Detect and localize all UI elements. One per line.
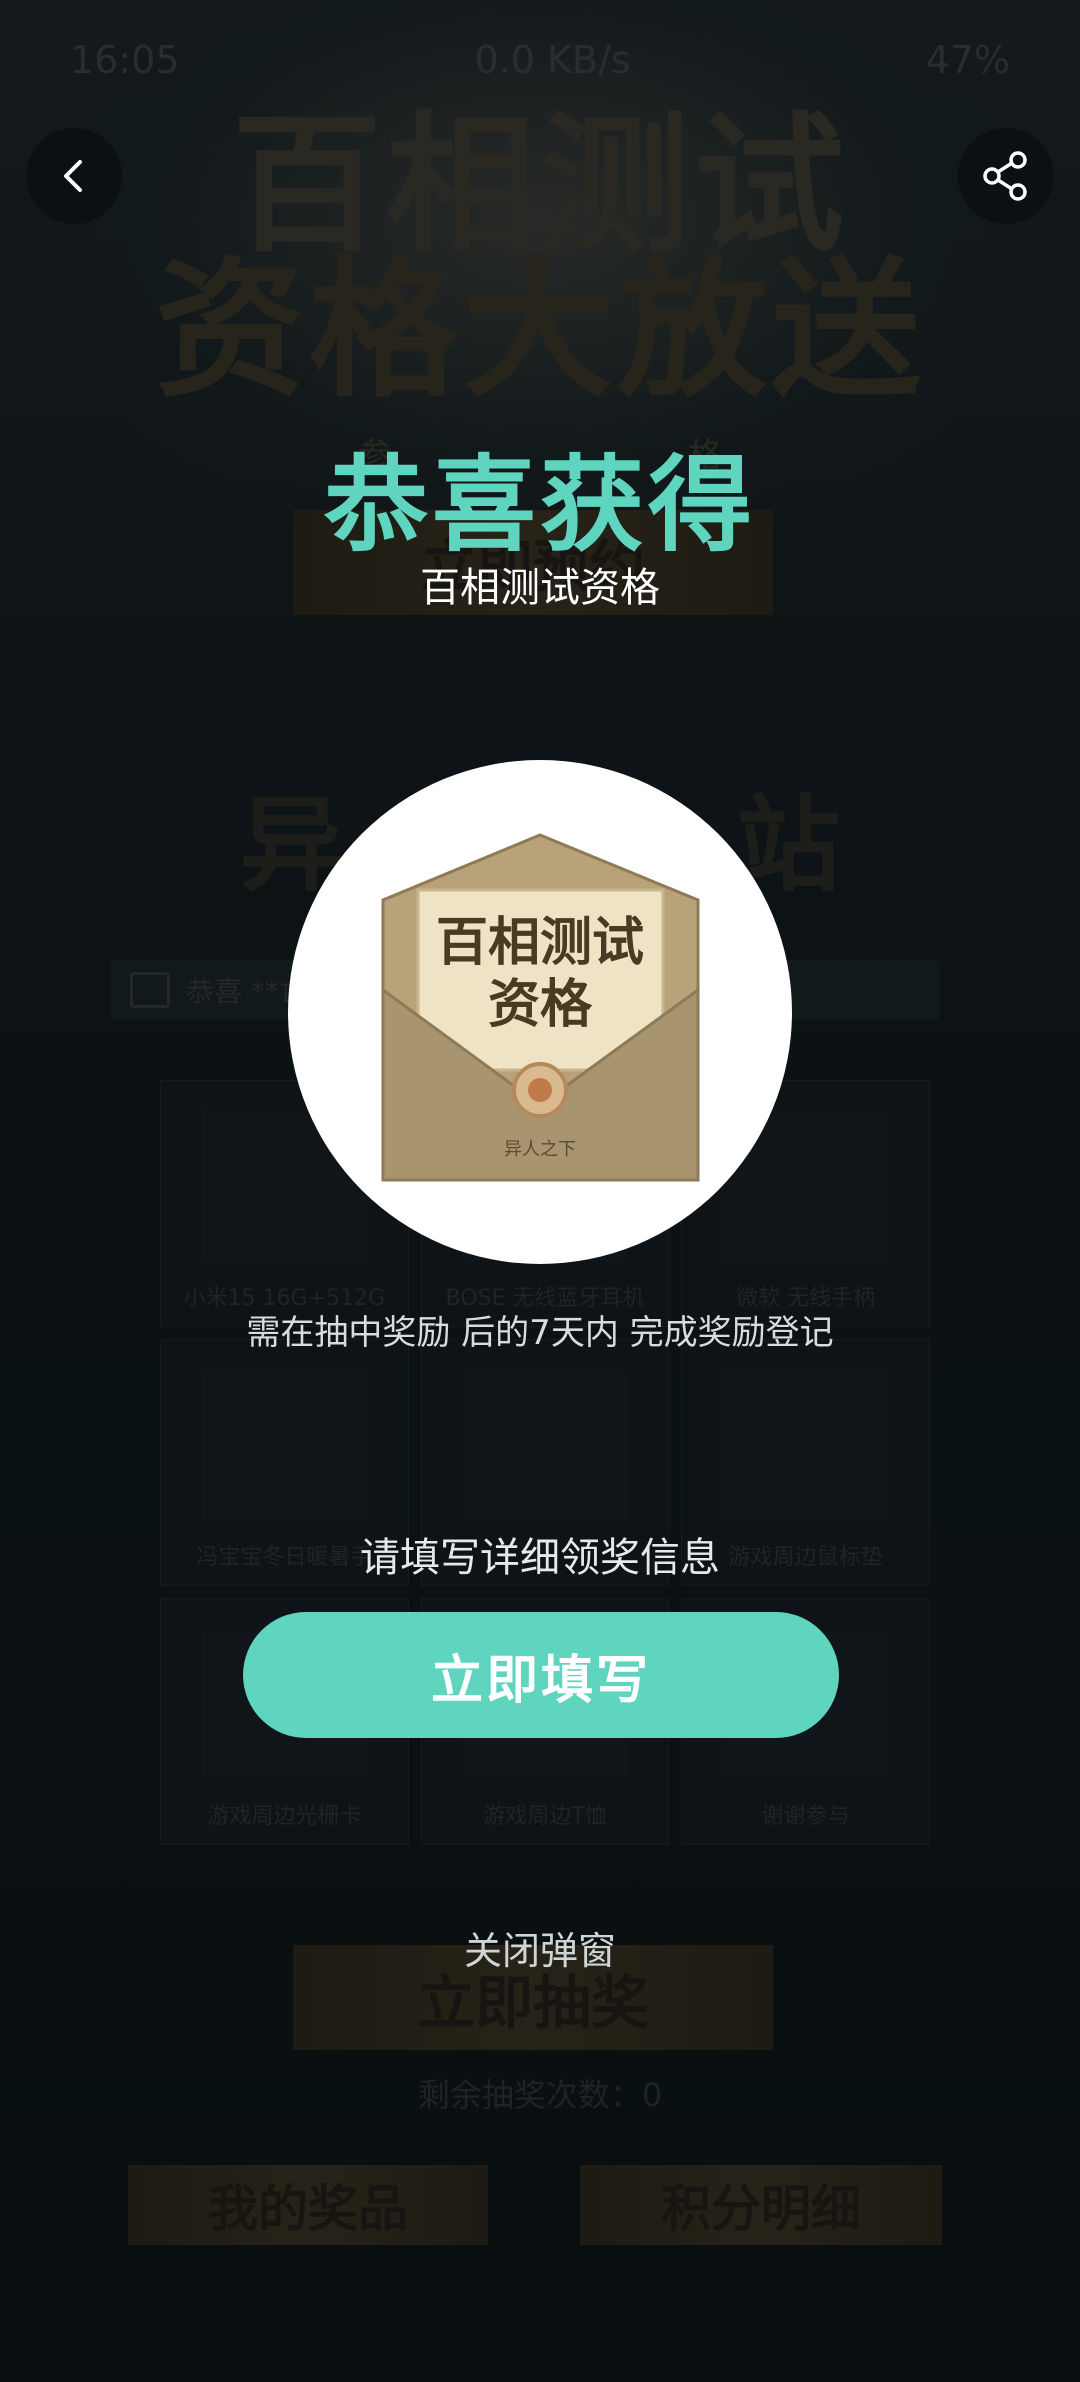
close-modal-link[interactable]: 关闭弹窗 <box>0 1920 1080 1975</box>
card-text-line2: 资格 <box>488 974 593 1035</box>
card-text-line1: 百相测试 <box>436 912 644 973</box>
congrats-title: 恭喜获得 <box>323 444 756 566</box>
envelope-illustration: 百相测试 资格 异人之下 <box>381 833 700 1182</box>
prize-name: 百相测试资格 <box>420 565 660 611</box>
fill-now-button[interactable]: 立即填写 <box>243 1612 839 1738</box>
back-button[interactable] <box>26 128 122 224</box>
claim-notice: 需在抽中奖励 后的7天内 完成奖励登记 <box>246 1313 834 1353</box>
envelope-footer-text: 异人之下 <box>504 1139 576 1160</box>
share-icon <box>983 151 1027 201</box>
prize-image: 百相测试 资格 异人之下 <box>288 760 792 1264</box>
chevron-left-icon <box>64 160 82 192</box>
fill-hint: 请填写详细领奖信息 <box>360 1535 720 1581</box>
share-button[interactable] <box>958 128 1054 224</box>
